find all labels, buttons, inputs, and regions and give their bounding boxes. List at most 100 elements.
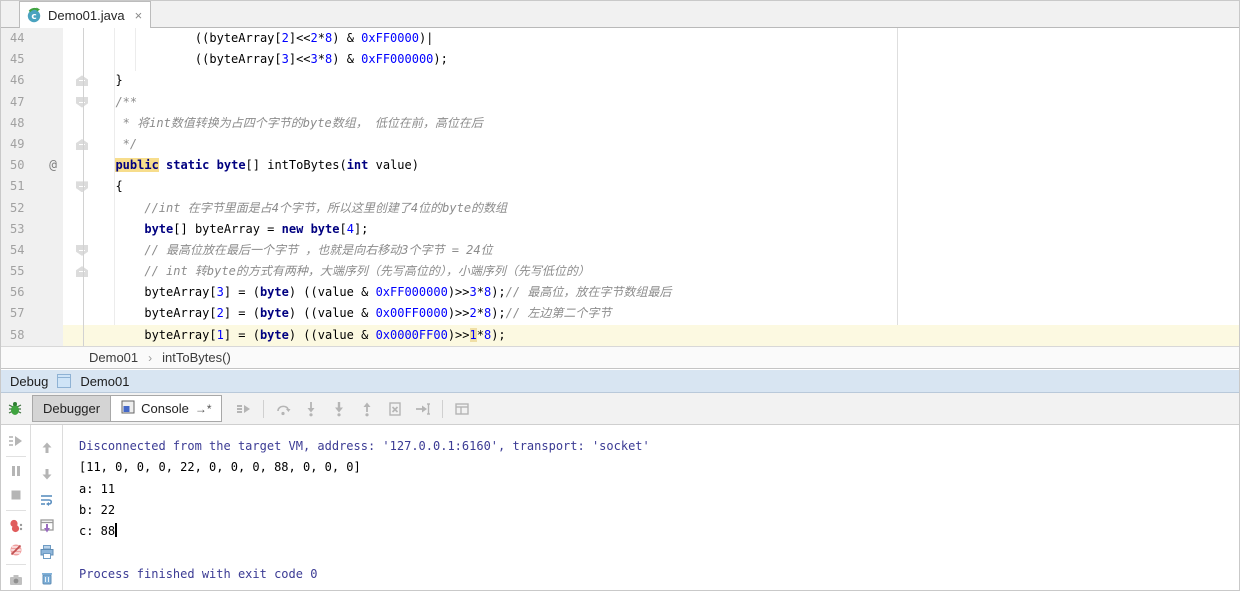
code-text: } xyxy=(101,73,123,88)
run-configuration-icon xyxy=(57,374,72,388)
console-line: Process finished with exit code 0 xyxy=(79,566,318,581)
line-number: 52 xyxy=(1,197,63,219)
fold-end-icon[interactable] xyxy=(76,138,88,150)
line-number: 51 xyxy=(1,176,63,198)
console-line: b: 22 xyxy=(79,502,116,517)
debug-session-name: Demo01 xyxy=(80,373,130,389)
tab-debugger-label: Debugger xyxy=(43,401,101,416)
code-line[interactable]: 47 /** xyxy=(1,91,1239,113)
mute-breakpoints-icon[interactable] xyxy=(5,540,27,560)
pause-icon[interactable] xyxy=(5,462,27,482)
separator xyxy=(442,399,444,418)
code-line[interactable]: 53 byte[] byteArray = new byte[4]; xyxy=(1,218,1239,240)
print-icon[interactable] xyxy=(36,541,58,563)
fold-gutter xyxy=(63,324,101,346)
fold-gutter xyxy=(63,261,101,282)
line-number: 58 xyxy=(1,324,63,346)
code-line[interactable]: 58 byteArray[1] = (byte) ((value & 0x000… xyxy=(1,324,1239,346)
code-line[interactable]: 49 */ xyxy=(1,133,1239,156)
fold-end-icon[interactable] xyxy=(76,75,88,87)
code-text: ((byteArray[3]<<3*8) & 0xFF000000); xyxy=(101,52,448,67)
code-line[interactable]: 44 ((byteArray[2]<<2*8) & 0xFF0000)| xyxy=(1,28,1239,50)
code-line[interactable]: 51 { xyxy=(1,176,1239,198)
svg-text:c: c xyxy=(31,12,36,22)
code-line[interactable]: 50 @ public static byte[] intToBytes(int … xyxy=(1,155,1239,177)
stop-icon[interactable] xyxy=(5,485,27,505)
code-line[interactable]: 48 * 将int数值转换为占四个字节的byte数组， 低位在前，高位在后 xyxy=(1,112,1239,134)
console-line: c: 88 xyxy=(79,523,118,539)
thread-dump-icon[interactable] xyxy=(5,570,27,590)
console-area: Disconnected from the target VM, address… xyxy=(1,425,1239,590)
code-text: byteArray[1] = (byte) ((value & 0x0000FF… xyxy=(101,324,1239,346)
run-to-cursor-icon[interactable] xyxy=(412,398,434,420)
step-out-icon[interactable] xyxy=(356,398,378,420)
editor-tab-demo01[interactable]: c Demo01.java × xyxy=(19,1,152,28)
tab-console-label: Console xyxy=(141,401,189,416)
fold-gutter xyxy=(63,303,101,324)
fold-gutter xyxy=(63,176,101,197)
breadcrumb: Demo01 › intToBytes() xyxy=(1,346,1239,369)
soft-wrap-icon[interactable] xyxy=(36,489,58,511)
force-step-into-icon[interactable] xyxy=(328,398,350,420)
drop-frame-icon[interactable] xyxy=(384,398,406,420)
fold-gutter xyxy=(63,155,101,176)
view-breakpoints-icon[interactable] xyxy=(5,516,27,536)
ide-window: c Demo01.java × 44 ((byteArray[2]<<2*8) … xyxy=(0,0,1240,591)
console-line: Disconnected from the target VM, address… xyxy=(79,439,650,453)
fold-end-icon[interactable] xyxy=(76,266,88,278)
tab-console[interactable]: Console →* xyxy=(111,395,223,422)
code-lines: 44 ((byteArray[2]<<2*8) & 0xFF0000)| 45 (… xyxy=(1,28,1239,346)
line-number: 56 xyxy=(1,282,63,304)
debug-bug-icon xyxy=(6,400,24,418)
line-number: 54 xyxy=(1,239,63,262)
line-number: 48 xyxy=(1,112,63,134)
fold-gutter xyxy=(63,49,101,70)
restore-layout-icon[interactable] xyxy=(451,398,473,420)
fold-gutter xyxy=(63,219,101,240)
code-line[interactable]: 52 //int 在字节里面是占4个字节，所以这里创建了4位的byte的数组 xyxy=(1,197,1239,219)
console-output[interactable]: Disconnected from the target VM, address… xyxy=(64,425,1239,590)
code-line[interactable]: 46 } xyxy=(1,70,1239,92)
code-text: // int 转byte的方式有两种，大端序列（先写高位的），小端序列（先写低位… xyxy=(101,264,590,279)
editor-tab-title: Demo01.java xyxy=(48,7,125,23)
code-text: // 最高位放在最后一个字节 ，也就是向右移动3个字节 = 24位 xyxy=(101,242,493,257)
code-line[interactable]: 55 // int 转byte的方式有两种，大端序列（先写高位的），小端序列（先… xyxy=(1,261,1239,283)
fold-gutter xyxy=(63,28,101,49)
clear-all-icon[interactable] xyxy=(36,567,58,589)
fold-gutter xyxy=(63,113,101,134)
separator xyxy=(5,455,26,457)
scroll-down-icon[interactable] xyxy=(36,463,58,485)
code-line[interactable]: 56 byteArray[3] = (byte) ((value & 0xFF0… xyxy=(1,282,1239,304)
fold-start-icon[interactable] xyxy=(76,181,88,193)
separator xyxy=(5,564,26,566)
scroll-to-end-icon[interactable] xyxy=(36,515,58,537)
code-line[interactable]: 45 ((byteArray[3]<<3*8) & 0xFF000000); xyxy=(1,49,1239,71)
debug-toolbar: Debugger Console →* xyxy=(1,393,1239,425)
breadcrumb-separator-icon: › xyxy=(148,350,153,365)
code-line[interactable]: 57 byteArray[2] = (byte) ((value & 0x00F… xyxy=(1,303,1239,325)
close-tab-icon[interactable]: × xyxy=(135,8,143,23)
breadcrumb-method[interactable]: intToBytes() xyxy=(162,350,231,365)
line-number: 46 xyxy=(1,70,63,92)
separator xyxy=(263,399,265,418)
fold-gutter-line xyxy=(83,28,84,346)
fold-start-icon[interactable] xyxy=(76,96,88,108)
line-number: 45 xyxy=(1,49,63,71)
breadcrumb-class[interactable]: Demo01 xyxy=(89,350,138,365)
code-text: byteArray[2] = (byte) ((value & 0x00FF00… xyxy=(101,306,612,321)
code-text: //int 在字节里面是占4个字节，所以这里创建了4位的byte的数组 xyxy=(101,200,508,215)
scroll-up-icon[interactable] xyxy=(36,437,58,459)
step-into-icon[interactable] xyxy=(300,398,322,420)
tab-debugger[interactable]: Debugger xyxy=(32,395,112,422)
show-execution-point-icon[interactable] xyxy=(233,398,255,420)
code-editor[interactable]: 44 ((byteArray[2]<<2*8) & 0xFF0000)| 45 (… xyxy=(1,28,1239,346)
debug-toolwindow-header: Debug Demo01 xyxy=(1,370,1239,393)
step-over-icon[interactable] xyxy=(272,398,294,420)
rerun-icon[interactable] xyxy=(5,431,27,451)
line-number: 53 xyxy=(1,218,63,240)
fold-start-icon[interactable] xyxy=(76,244,88,256)
fold-gutter xyxy=(63,92,101,113)
text-caret xyxy=(115,523,118,538)
code-line[interactable]: 54 // 最高位放在最后一个字节 ，也就是向右移动3个字节 = 24位 xyxy=(1,239,1239,262)
